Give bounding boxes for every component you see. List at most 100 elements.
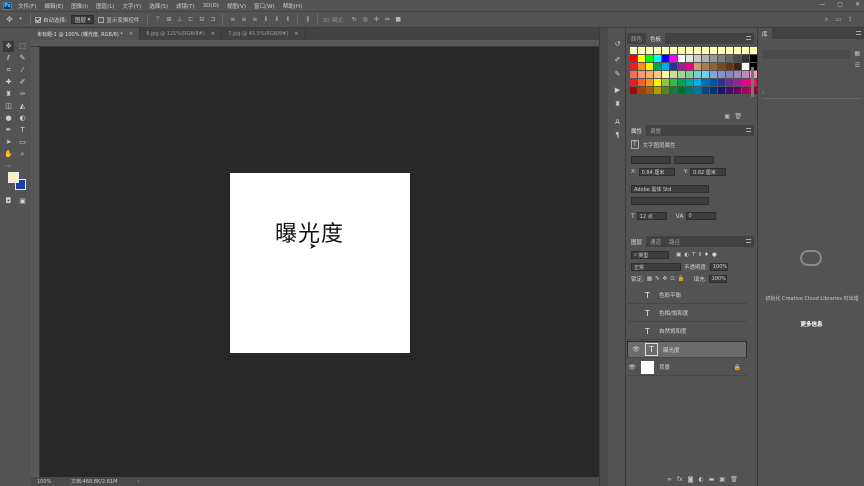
close-window-button[interactable]: ✕ <box>855 1 860 8</box>
vertical-ruler[interactable] <box>31 47 40 477</box>
color-swatch[interactable] <box>678 55 685 62</box>
layer-filter-select[interactable]: ⌕ 类型 <box>631 251 669 259</box>
workspace-icon[interactable]: ▭ <box>835 16 842 23</box>
tracking-field[interactable]: 0 <box>685 212 716 220</box>
color-swatch[interactable] <box>726 47 733 54</box>
blend-mode-select[interactable]: 正常 <box>631 263 681 271</box>
color-swatch[interactable] <box>670 87 677 94</box>
color-swatch[interactable] <box>686 71 693 78</box>
color-swatch[interactable] <box>678 63 685 70</box>
hand-tool-icon[interactable]: ✋ <box>3 149 14 160</box>
3d-roll-icon[interactable]: ◎ <box>362 16 369 23</box>
distribute-top-icon[interactable]: ≡ <box>229 16 236 23</box>
3d-slide-icon[interactable]: ⇔ <box>384 16 391 23</box>
color-swatch[interactable] <box>646 79 653 86</box>
clone-source-icon[interactable]: ♜ <box>613 100 622 109</box>
layer-name[interactable]: 背景 <box>659 363 670 371</box>
trash-icon[interactable]: 🗑 <box>730 476 738 483</box>
layer-row[interactable]: T 自然饱和度 <box>627 323 747 340</box>
color-swatch[interactable] <box>686 63 693 70</box>
tab-color[interactable]: 颜色 <box>627 33 646 44</box>
color-swatch[interactable] <box>718 47 725 54</box>
color-swatch[interactable] <box>742 87 749 94</box>
lasso-tool-icon[interactable]: ℓ <box>3 53 14 64</box>
color-swatch[interactable] <box>654 55 661 62</box>
color-swatch[interactable] <box>630 87 637 94</box>
font-size-field[interactable]: 12 点 <box>636 212 667 220</box>
menu-filter[interactable]: 滤镜(T) <box>176 2 195 10</box>
foreground-color-swatch[interactable] <box>8 172 19 183</box>
color-swatch[interactable] <box>750 55 757 62</box>
color-swatch[interactable] <box>646 47 653 54</box>
close-icon[interactable]: × <box>294 31 298 37</box>
tool-preset-chevron-icon[interactable]: ▾ <box>17 16 24 23</box>
color-swatch[interactable] <box>710 47 717 54</box>
color-swatch[interactable] <box>734 55 741 62</box>
library-select[interactable] <box>762 50 850 59</box>
layer-name[interactable]: 自然饱和度 <box>659 327 687 335</box>
tab-properties[interactable]: 属性 <box>627 125 647 136</box>
color-swatch[interactable] <box>646 63 653 70</box>
grid-view-icon[interactable]: ▦ <box>854 50 860 57</box>
color-swatch[interactable] <box>726 63 733 70</box>
zoom-tool-icon[interactable]: ⌕ <box>17 149 28 160</box>
layer-name[interactable]: 色彩平衡 <box>659 291 681 299</box>
auto-select-dropdown[interactable]: 图层 ▾ <box>70 15 95 24</box>
eyedropper-tool-icon[interactable]: ⁄ <box>17 65 28 76</box>
blur-tool-icon[interactable]: ● <box>3 113 14 124</box>
swatches-scrollbar[interactable] <box>751 67 754 97</box>
auto-select-checkbox[interactable] <box>35 16 41 23</box>
panel-menu-icon[interactable] <box>746 239 751 243</box>
quick-mask-icon[interactable]: ◘ <box>3 196 14 207</box>
move-tool-icon[interactable]: ✥ <box>3 41 14 52</box>
color-swatch[interactable] <box>662 87 669 94</box>
color-swatch[interactable] <box>734 79 741 86</box>
color-swatch[interactable] <box>678 71 685 78</box>
color-swatch[interactable] <box>630 47 637 54</box>
color-swatch[interactable] <box>670 47 677 54</box>
color-swatch[interactable] <box>694 47 701 54</box>
color-swatch[interactable] <box>718 71 725 78</box>
align-hcenter-icon[interactable]: ⊟ <box>198 16 205 23</box>
trash-icon[interactable]: 🗑 <box>734 113 742 120</box>
new-swatch-icon[interactable]: ▣ <box>724 113 730 120</box>
color-swatch[interactable] <box>638 79 645 86</box>
color-swatch[interactable] <box>742 47 749 54</box>
panel-menu-icon[interactable] <box>856 31 861 35</box>
tab-swatches[interactable]: 色板 <box>646 33 666 44</box>
screen-mode-icon[interactable]: ▣ <box>17 196 28 207</box>
document-canvas[interactable]: 曝光度 <box>230 173 410 353</box>
dodge-tool-icon[interactable]: ◐ <box>17 113 28 124</box>
color-swatch[interactable] <box>710 63 717 70</box>
bucket-tool-icon[interactable]: ◭ <box>17 101 28 112</box>
font-family-select[interactable]: Adobe 黑体 Std <box>631 185 709 193</box>
color-swatch[interactable] <box>662 63 669 70</box>
list-view-icon[interactable]: ☰ <box>855 62 860 69</box>
close-icon[interactable]: × <box>211 31 215 37</box>
quick-select-tool-icon[interactable]: ✎ <box>17 53 28 64</box>
layer-row[interactable]: T 色彩平衡 <box>627 287 747 304</box>
color-swatch[interactable] <box>710 55 717 62</box>
fx-icon[interactable]: fx <box>677 476 683 483</box>
tab-adjustments[interactable]: 调整 <box>646 125 665 136</box>
tab-channels[interactable]: 通道 <box>646 236 665 247</box>
tab-paths[interactable]: 路径 <box>665 236 684 247</box>
color-swatch[interactable] <box>638 63 645 70</box>
color-swatch[interactable] <box>710 71 717 78</box>
healing-tool-icon[interactable]: ✚ <box>3 77 14 88</box>
color-swatch[interactable] <box>710 79 717 86</box>
type-tool-icon[interactable]: T <box>17 125 28 136</box>
color-swatch[interactable] <box>678 47 685 54</box>
color-swatch[interactable] <box>662 79 669 86</box>
layer-name[interactable]: 曝光度 <box>663 346 680 354</box>
color-swatch[interactable] <box>686 55 693 62</box>
paragraph-icon[interactable]: ¶ <box>613 131 622 140</box>
layer-name[interactable]: 色相/饱和度 <box>659 309 688 317</box>
color-swatch[interactable] <box>734 63 741 70</box>
color-swatch[interactable] <box>742 71 749 78</box>
color-swatch[interactable] <box>638 55 645 62</box>
menu-window[interactable]: 窗口(W) <box>254 2 275 10</box>
color-swatch[interactable] <box>638 47 645 54</box>
link-icon[interactable]: ∞ <box>667 476 672 483</box>
color-swatch[interactable] <box>678 87 685 94</box>
